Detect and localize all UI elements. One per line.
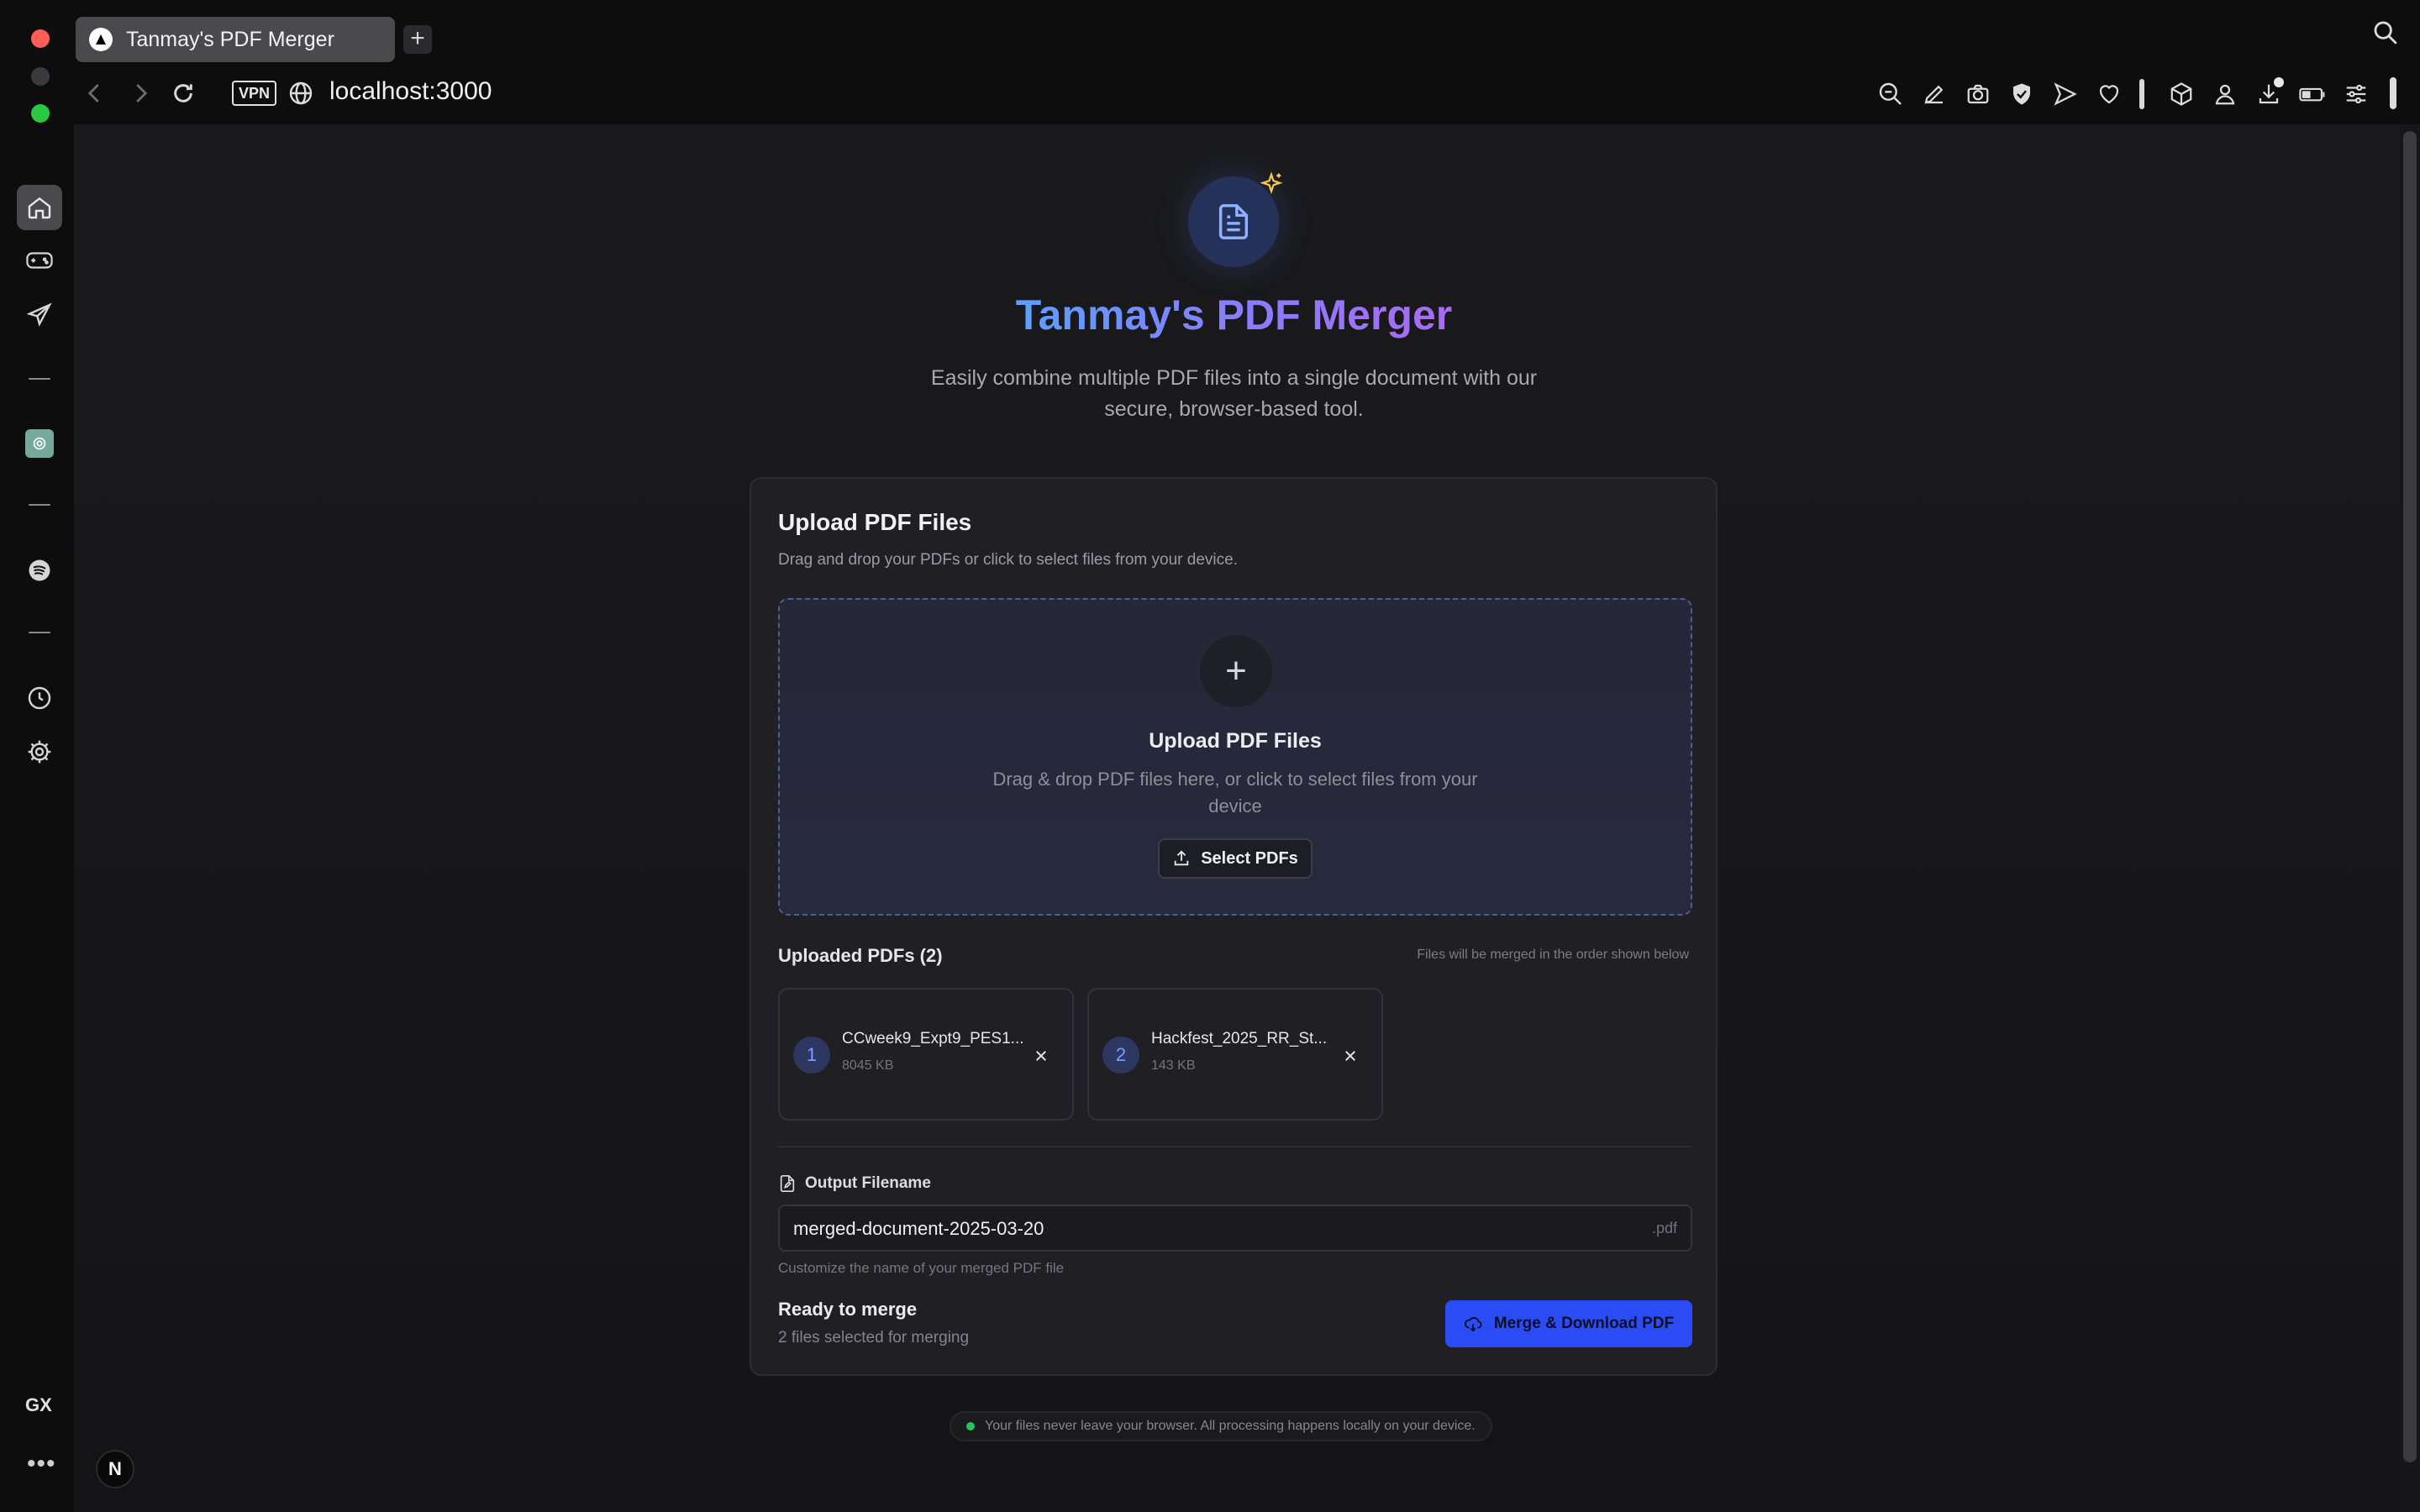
- remove-file-button[interactable]: [1028, 1043, 1054, 1068]
- back-button[interactable]: [82, 78, 108, 108]
- nextjs-favicon-icon: [89, 28, 113, 51]
- close-icon: [1345, 1051, 1355, 1061]
- clock-icon: [28, 686, 51, 710]
- browser-toolbar: Tanmay's PDF Merger + VPN localhost:3000: [0, 0, 2420, 124]
- tab-active[interactable]: Tanmay's PDF Merger: [76, 17, 395, 62]
- privacy-note: Your files never leave your browser. All…: [950, 1411, 1492, 1441]
- account-icon[interactable]: [2203, 77, 2247, 111]
- heart-icon[interactable]: [2087, 77, 2131, 111]
- merge-download-label: Merge & Download PDF: [1493, 1315, 1675, 1332]
- remove-file-button[interactable]: [1338, 1043, 1363, 1068]
- status-title: Ready to merge: [778, 1299, 918, 1320]
- dropzone-description: Drag & drop PDF files here, or click to …: [992, 769, 1478, 816]
- merge-download-button[interactable]: Merge & Download PDF: [1445, 1300, 1692, 1347]
- card-description: Drag and drop your PDFs or click to sele…: [778, 551, 1238, 569]
- toolbar-icons: [1869, 77, 2378, 111]
- cloud-download-icon: [1464, 1316, 1482, 1332]
- output-filename-help: Customize the name of your merged PDF fi…: [778, 1260, 1065, 1276]
- download-icon[interactable]: [2247, 77, 2291, 111]
- chatgpt-icon: [25, 429, 54, 458]
- select-pdfs-label: Select PDFs: [1201, 848, 1298, 868]
- toolbar-separator: [2139, 79, 2144, 109]
- address-bar[interactable]: localhost:3000: [329, 77, 492, 106]
- pen-icon[interactable]: [1912, 77, 1956, 111]
- page-title: Tanmay's PDF Merger: [1015, 291, 1453, 339]
- sidebar-divider: [29, 378, 50, 380]
- section-divider: [778, 1146, 1692, 1147]
- zoom-out-icon[interactable]: [1869, 77, 1912, 111]
- file-order-badge: 1: [793, 1037, 830, 1074]
- file-card[interactable]: 1 CCweek9_Expt9_PES1... 8045 KB: [778, 988, 1074, 1121]
- sidebar-divider: [29, 504, 50, 506]
- sidebar-item-gx-corner[interactable]: [17, 238, 62, 283]
- upload-icon: [1174, 850, 1189, 866]
- search-icon[interactable]: [2371, 18, 2400, 47]
- plus-icon: +: [1200, 635, 1272, 707]
- gear-icon: [28, 740, 51, 764]
- select-pdfs-button[interactable]: Select PDFs: [1158, 838, 1313, 879]
- upload-card: Upload PDF Files Drag and drop your PDFs…: [750, 477, 1718, 1376]
- more-options-icon[interactable]: •••: [27, 1450, 56, 1478]
- new-tab-button[interactable]: +: [403, 25, 432, 54]
- download-badge: [2274, 77, 2284, 87]
- file-order-badge: 2: [1102, 1037, 1139, 1074]
- pdf-dropzone[interactable]: + Upload PDF Files Drag & drop PDF files…: [778, 598, 1692, 916]
- minimize-window-button[interactable]: [31, 67, 50, 86]
- home-icon: [28, 197, 51, 219]
- shield-icon[interactable]: [2000, 77, 2044, 111]
- file-size: 8045 KB: [842, 1058, 894, 1073]
- camera-icon[interactable]: [1956, 77, 2000, 111]
- page-subtitle: Easily combine multiple PDF files into a…: [930, 366, 1538, 421]
- battery-icon[interactable]: [2291, 77, 2334, 111]
- sidebar-item-settings[interactable]: [17, 729, 62, 774]
- gx-label[interactable]: GX: [25, 1394, 52, 1416]
- uploaded-title: Uploaded PDFs (2): [778, 945, 943, 966]
- sidebar-divider: [29, 632, 50, 633]
- close-icon: [1036, 1051, 1046, 1061]
- send-icon[interactable]: [2044, 77, 2087, 111]
- close-window-button[interactable]: [31, 29, 50, 48]
- status-subtitle: 2 files selected for merging: [778, 1329, 970, 1347]
- spotify-icon: [29, 559, 50, 581]
- file-card[interactable]: 2 Hackfest_2025_RR_St... 143 KB: [1087, 988, 1383, 1121]
- sidebar-item-chatgpt[interactable]: [17, 421, 62, 466]
- maximize-window-button[interactable]: [31, 104, 50, 123]
- sidebar-item-history[interactable]: [17, 675, 62, 721]
- gamepad-icon: [26, 252, 53, 269]
- status-dot: [966, 1422, 975, 1431]
- file-extension: .pdf: [1651, 1220, 1677, 1236]
- vpn-badge[interactable]: VPN: [232, 81, 277, 106]
- privacy-note-text: Your files never leave your browser. All…: [985, 1419, 1476, 1433]
- sparkle-icon: [1259, 171, 1284, 201]
- sidebar-item-home[interactable]: [17, 185, 62, 230]
- output-filename-value: merged-document-2025-03-20: [793, 1218, 1044, 1239]
- file-name: CCweek9_Expt9_PES1...: [842, 1030, 1024, 1047]
- sidebar-toggle-bar[interactable]: [2390, 77, 2396, 109]
- card-title: Upload PDF Files: [778, 509, 972, 535]
- uploaded-hint: Files will be merged in the order shown …: [1417, 948, 1689, 962]
- output-filename-label: Output Filename: [778, 1174, 931, 1193]
- file-size: 143 KB: [1151, 1058, 1196, 1073]
- reload-button[interactable]: [170, 78, 197, 108]
- nextjs-dev-indicator[interactable]: N: [96, 1450, 134, 1488]
- file-edit-icon: [780, 1175, 795, 1192]
- output-filename-input[interactable]: merged-document-2025-03-20 .pdf: [778, 1205, 1692, 1252]
- cube-icon[interactable]: [2160, 77, 2203, 111]
- globe-icon: [287, 80, 314, 111]
- dropzone-title: Upload PDF Files: [1149, 729, 1322, 753]
- browser-window: Tanmay's PDF Merger + VPN localhost:3000: [0, 0, 2420, 1512]
- file-name: Hackfest_2025_RR_St...: [1151, 1030, 1328, 1047]
- easy-setup-icon[interactable]: [2334, 77, 2378, 111]
- tab-title: Tanmay's PDF Merger: [126, 27, 334, 51]
- forward-button[interactable]: [128, 78, 153, 108]
- sidebar-item-spotify[interactable]: [17, 548, 62, 593]
